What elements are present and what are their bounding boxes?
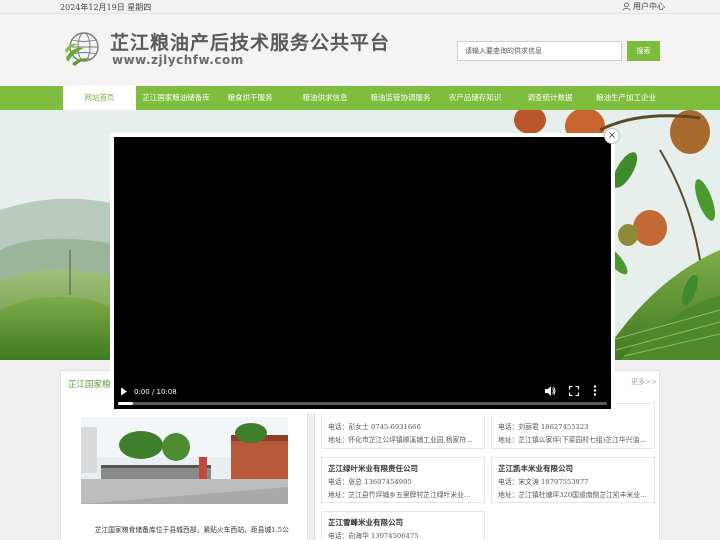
enterprise-name: 芷江雪峰米业有限公司 <box>328 518 403 527</box>
reserve-description: 芷江国家粮食储备库位于县城西部，紧贴火车西站，距县城1.5公里。2001年经国家… <box>94 526 289 534</box>
nav-item-supervision[interactable]: 粮油监管协调服务 <box>363 86 438 110</box>
video-time: 0:00 / 10:08 <box>134 388 177 396</box>
video-progress-bar[interactable] <box>118 402 607 405</box>
user-center-label: 用户中心 <box>633 2 665 11</box>
enterprise-name: 芷江绿叶米业有限责任公司 <box>328 464 418 473</box>
volume-icon[interactable] <box>545 386 556 396</box>
nav-item-drying[interactable]: 粮食烘干服务 <box>216 86 284 110</box>
enterprise-card[interactable]: 芷江绿叶米业有限责任公司 电话：张总 13607454995 地址：芷江县竹坪铺… <box>321 457 485 503</box>
reserve-photo[interactable] <box>81 417 288 504</box>
enterprise-address: 地址：芷江县竹坪铺乡五里牌村芷江绿叶米业... <box>328 491 471 499</box>
nav-item-supply[interactable]: 粮油供求信息 <box>291 86 359 110</box>
user-icon <box>622 2 631 11</box>
site-title: 芷江粮油产后技术服务公共平台 <box>110 32 391 54</box>
fullscreen-icon[interactable] <box>569 386 579 396</box>
enterprise-phone: 电话：宋文涛 18797553977 <box>498 478 589 486</box>
main-nav: 网站首页 芷江国家粮油储备库 粮食烘干服务 粮油供求信息 粮油监管协调服务 农产… <box>0 86 720 110</box>
video-modal: 0:00 / 10:08 <box>110 133 615 413</box>
enterprise-phone: 电话：张总 13607454995 <box>328 478 412 486</box>
top-bar: 2024年12月19日 星期四 用户中心 <box>0 0 720 14</box>
enterprise-card[interactable]: 芷江凯丰米业有限公司 电话：宋文涛 18797553977 地址：芷江镇杜塘坪3… <box>491 457 655 503</box>
date-text: 2024年12月19日 星期四 <box>60 3 152 12</box>
video-player[interactable]: 0:00 / 10:08 <box>114 137 611 409</box>
enterprise-address: 地址：芷江镇么家坪(下菜园村七组)芷江华兴油... <box>498 436 646 444</box>
more-link[interactable]: 更多>> <box>631 377 657 387</box>
close-icon: × <box>607 130 617 141</box>
enterprise-address: 地址：怀化市芷江公坪镇顺溪铺工业园,杨家符... <box>328 436 473 444</box>
nav-item-home[interactable]: 网站首页 <box>63 86 136 110</box>
more-vertical-icon[interactable] <box>593 385 597 396</box>
reserve-panel-title[interactable]: 芷江国家粮 <box>68 378 111 390</box>
enterprise-phone: 电话：刘丽君 18627455323 <box>498 423 589 431</box>
nav-item-storage[interactable]: 农产品储存知识 <box>441 86 509 110</box>
enterprise-phone: 电话：彭女士 0745-6931666 <box>328 423 421 431</box>
nav-item-enterprises[interactable]: 粮油生产加工企业 <box>588 86 664 110</box>
search-button[interactable]: 搜索 <box>627 41 660 61</box>
nav-item-statistics[interactable]: 调查统计数据 <box>516 86 584 110</box>
globe-logo-icon[interactable] <box>62 28 102 68</box>
enterprise-phone: 电话：向海华 13974506475 <box>328 532 419 540</box>
close-modal-button[interactable]: × <box>604 128 620 144</box>
enterprise-name: 芷江凯丰米业有限公司 <box>498 464 573 473</box>
user-center-link[interactable]: 用户中心 <box>622 1 665 12</box>
play-icon[interactable] <box>120 387 128 396</box>
video-progress-fill <box>118 402 133 405</box>
site-url: www.zjlychfw.com <box>112 53 244 67</box>
enterprise-address: 地址：芷江镇杜塘坪320国道南侧芷江凯丰米业... <box>498 491 647 499</box>
enterprise-card[interactable]: 芷江雪峰米业有限公司 电话：向海华 13974506475 <box>321 511 485 540</box>
search-input[interactable] <box>457 41 622 61</box>
nav-item-reserve[interactable]: 芷江国家粮油储备库 <box>136 86 216 110</box>
site-header: 芷江粮油产后技术服务公共平台 www.zjlychfw.com 搜索 <box>0 14 720 86</box>
